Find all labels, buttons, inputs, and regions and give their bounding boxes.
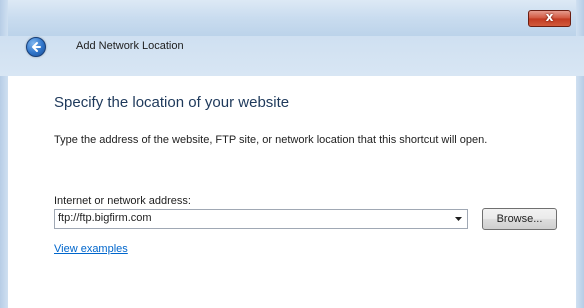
wizard-content: Specify the location of your website Typ…	[14, 76, 570, 308]
browse-button[interactable]: Browse...	[482, 208, 557, 230]
address-dropdown-button[interactable]	[451, 210, 467, 228]
close-icon: x	[545, 10, 554, 24]
address-label: Internet or network address:	[54, 195, 191, 207]
page-heading: Specify the location of your website	[54, 94, 290, 111]
close-button[interactable]: x	[528, 10, 571, 27]
address-input[interactable]: ftp://ftp.bigfirm.com	[58, 212, 152, 224]
address-combobox[interactable]: ftp://ftp.bigfirm.com	[54, 209, 468, 229]
chevron-down-icon	[455, 217, 462, 221]
back-arrow-icon	[32, 42, 41, 52]
page-description: Type the address of the website, FTP sit…	[54, 134, 488, 146]
add-network-location-window: x Add Network Location Specify the locat…	[0, 0, 584, 308]
window-title-bar	[0, 0, 584, 36]
back-button[interactable]	[26, 37, 46, 57]
view-examples-link[interactable]: View examples	[54, 243, 128, 255]
wizard-title: Add Network Location	[76, 40, 184, 52]
wizard-header: Add Network Location	[0, 36, 584, 76]
